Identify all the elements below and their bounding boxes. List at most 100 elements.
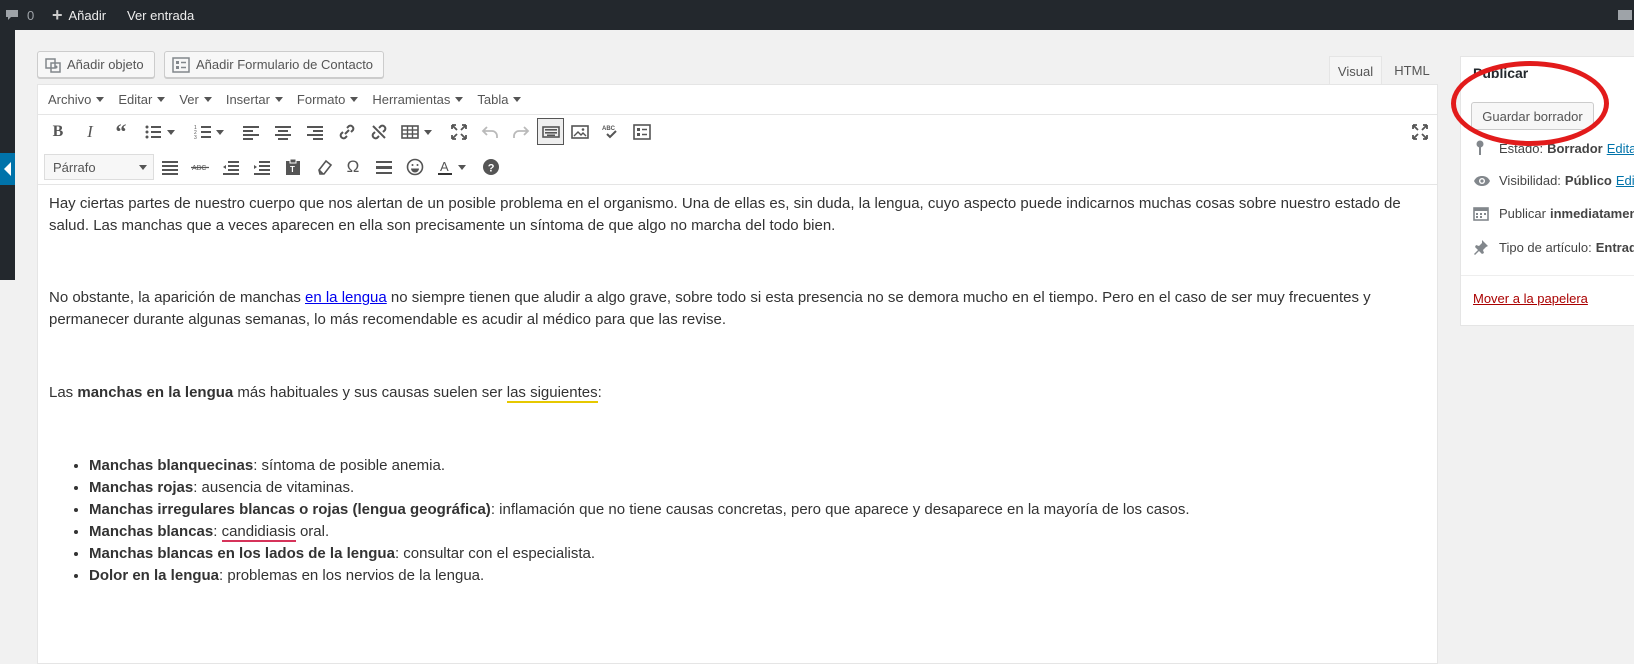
blockquote-icon[interactable]: “ <box>109 119 133 144</box>
menu-label: Editar <box>118 92 153 107</box>
inline-link[interactable]: en la lengua <box>305 289 387 306</box>
collapse-menu-arrow-icon[interactable] <box>0 153 15 185</box>
format-select[interactable]: Párrafo <box>44 154 154 180</box>
move-to-trash-link[interactable]: Mover a la papelera <box>1473 291 1588 306</box>
paragraph-text: No obstante, la aparición de manchas <box>49 289 305 306</box>
spellcheck-icon[interactable]: ABC <box>599 120 623 144</box>
menu-formato[interactable]: Formato <box>297 92 359 107</box>
bold-icon[interactable]: B <box>46 120 70 144</box>
edit-visibility-link[interactable]: Editar <box>1616 173 1634 188</box>
fullscreen-icon[interactable] <box>447 120 471 144</box>
italic-icon[interactable]: I <box>78 120 102 144</box>
publish-time-row: Publicar inmediatamente <box>1473 205 1634 221</box>
indent-icon[interactable] <box>250 155 274 179</box>
pushpin-icon <box>1473 239 1493 255</box>
align-center-icon[interactable] <box>271 120 295 144</box>
view-post-link[interactable]: Ver entrada <box>127 0 194 30</box>
post-type-value: Entrada <box>1595 239 1634 255</box>
unlink-icon[interactable] <box>367 120 391 144</box>
menu-archivo[interactable]: Archivo <box>48 92 105 107</box>
menu-label: Tabla <box>477 92 509 107</box>
paragraph-3: Las manchas en la lengua más habituales … <box>49 382 1429 404</box>
add-new-link[interactable]: + Añadir <box>52 0 106 30</box>
redo-icon[interactable] <box>509 120 533 144</box>
strikethrough-icon[interactable]: ABC <box>188 155 212 179</box>
add-contact-form-button[interactable]: Añadir Formulario de Contacto <box>164 51 384 78</box>
list-item-text: : problemas en los nervios de la lengua. <box>219 567 485 584</box>
chevron-down-icon <box>455 97 464 102</box>
spelling-highlight: candidiasis <box>221 523 296 542</box>
comment-bubble-icon <box>5 8 19 22</box>
menu-tabla[interactable]: Tabla <box>477 92 522 107</box>
bullet-list-dropdown-icon[interactable] <box>167 120 175 144</box>
editor-toolbar: B I “ 123 ABC Párrafo ABC T Ω A ? <box>38 115 1437 185</box>
form-icon[interactable] <box>630 120 654 144</box>
add-media-button[interactable]: Añadir objeto <box>37 51 155 78</box>
distraction-free-icon[interactable] <box>1408 120 1432 144</box>
format-select-value: Párrafo <box>53 159 96 175</box>
outdent-icon[interactable] <box>219 155 243 179</box>
media-icon <box>45 57 61 73</box>
plus-icon: + <box>52 4 63 25</box>
visibility-value: Público <box>1564 173 1612 188</box>
bullet-list-icon[interactable] <box>141 120 165 144</box>
numbered-list-icon[interactable]: 123 <box>191 120 215 144</box>
text-color-icon[interactable]: A <box>433 155 457 179</box>
comments-link[interactable]: 0 <box>5 0 34 30</box>
view-post-label: Ver entrada <box>127 7 195 23</box>
table-icon[interactable] <box>398 120 422 144</box>
image-icon[interactable] <box>568 120 592 144</box>
editor-content[interactable]: Hay ciertas partes de nuestro cuerpo que… <box>49 193 1429 587</box>
menu-herramientas[interactable]: Herramientas <box>372 92 464 107</box>
contact-form-icon <box>172 56 190 73</box>
help-icon[interactable]: ? <box>479 155 503 179</box>
menu-insertar[interactable]: Insertar <box>226 92 283 107</box>
menu-label: Archivo <box>48 92 92 107</box>
chevron-down-icon <box>157 97 166 102</box>
align-left-icon[interactable] <box>239 120 263 144</box>
clear-format-icon[interactable] <box>312 155 336 179</box>
editor-menubar: Archivo Editar Ver Insertar Formato Herr… <box>38 85 1437 115</box>
list-item-text: : <box>213 523 222 540</box>
list-item: Manchas rojas: ausencia de vitaminas. <box>89 477 1429 499</box>
publish-time-label: Publicar <box>1499 205 1546 221</box>
paragraph-text: más habituales y sus causas suelen ser <box>233 384 507 401</box>
admin-bar: 0 + Añadir Ver entrada <box>0 0 1634 30</box>
list-item-bold: Manchas blancas en los lados de la lengu… <box>89 545 395 562</box>
list-item-text: : ausencia de vitaminas. <box>193 479 355 496</box>
chevron-down-icon <box>96 97 105 102</box>
menu-editar[interactable]: Editar <box>118 92 166 107</box>
visibility-row: Visibilidad: Público Editar <box>1473 173 1634 188</box>
chevron-down-icon <box>203 97 212 102</box>
justify-icon[interactable] <box>158 155 182 179</box>
publish-box-divider <box>1461 275 1634 276</box>
emoji-icon[interactable] <box>403 155 427 179</box>
editor: Archivo Editar Ver Insertar Formato Herr… <box>37 84 1438 664</box>
menu-label: Insertar <box>225 92 270 107</box>
edit-status-link[interactable]: Editar <box>1607 141 1634 156</box>
omega-icon[interactable]: Ω <box>341 155 365 179</box>
text-color-dropdown-icon[interactable] <box>458 155 466 179</box>
svg-text:T: T <box>290 165 295 174</box>
chevron-down-icon <box>274 97 283 102</box>
hr-icon[interactable] <box>372 155 396 179</box>
menu-label: Ver <box>179 92 199 107</box>
tab-visual[interactable]: Visual <box>1329 56 1382 85</box>
numbered-list-dropdown-icon[interactable] <box>216 120 224 144</box>
chevron-down-icon <box>350 97 359 102</box>
align-right-icon[interactable] <box>303 120 327 144</box>
keyboard-icon[interactable] <box>537 118 564 145</box>
paste-text-icon[interactable]: T <box>281 155 305 179</box>
pin-icon <box>1473 140 1493 156</box>
table-dropdown-icon[interactable] <box>424 120 432 144</box>
bold-text: manchas en la lengua <box>77 384 234 401</box>
annotation-circle <box>1451 61 1609 146</box>
menu-ver[interactable]: Ver <box>179 92 212 107</box>
tab-html[interactable]: HTML <box>1385 56 1439 85</box>
comments-count: 0 <box>27 7 35 23</box>
link-icon[interactable] <box>335 120 359 144</box>
tab-visual-label: Visual <box>1337 63 1374 79</box>
undo-icon[interactable] <box>478 120 502 144</box>
admin-menu-strip <box>0 30 15 280</box>
account-icon[interactable] <box>1618 0 1632 30</box>
